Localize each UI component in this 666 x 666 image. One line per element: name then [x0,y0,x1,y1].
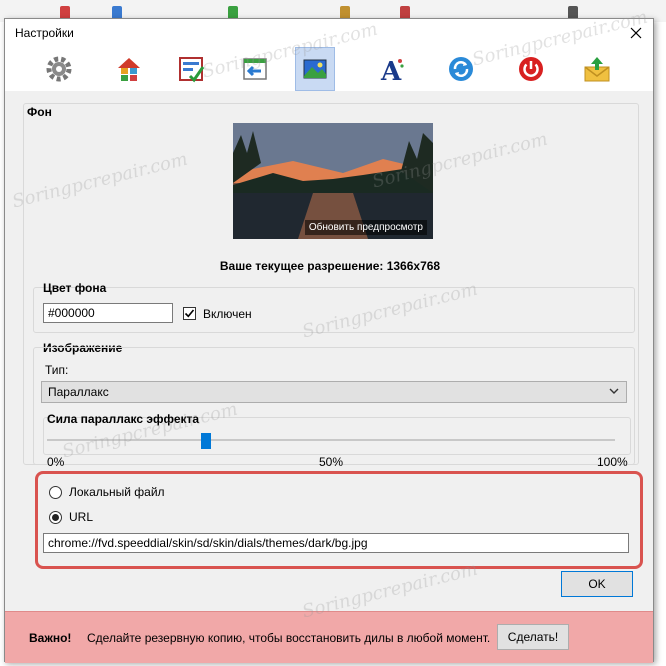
local-file-radio[interactable] [49,486,62,499]
backup-now-button[interactable]: Сделать! [497,624,569,650]
gear-icon [46,56,72,82]
warning-label: Важно! [29,631,72,645]
settings-toolbar: A [5,47,653,91]
section-title-background: Фон [27,105,52,119]
section-title-bgcolor: Цвет фона [43,281,107,295]
home-icon [118,58,140,81]
parallax-title: Сила параллакс эффекта [47,412,200,426]
chevron-down-icon [608,385,620,400]
type-select-value: Параллакс [48,385,109,399]
url-radio[interactable] [49,511,62,524]
radio-selected-dot [52,514,59,521]
url-input[interactable]: chrome://fvd.speeddial/skin/sd/skin/dial… [43,533,629,553]
tab-power[interactable] [511,47,551,91]
parallax-slider-thumb[interactable] [201,433,212,449]
font-icon: A [380,57,404,84]
sync-icon [449,57,473,81]
power-icon [519,57,543,81]
tab-import[interactable] [235,47,275,91]
window-title: Настройки [15,26,74,40]
type-label: Тип: [45,363,69,377]
slider-mid-label: 50% [319,455,344,469]
close-icon [630,27,642,39]
url-label: URL [69,510,94,524]
mail-icon [584,57,610,82]
tab-display[interactable] [171,47,211,91]
tab-dials[interactable] [109,47,149,91]
slider-max-label: 100% [597,455,628,469]
refresh-preview-button[interactable]: Обновить предпросмотр [304,220,427,235]
tab-fonts[interactable]: A [371,47,411,91]
settings-content: Фон Обновить предпросмотр Ваше текущее р… [17,91,643,571]
resolution-text: Ваше текущее разрешение: 1366x768 [219,259,441,273]
settings-dialog: Настройки A Фон Обновить предпросмотр Ва… [4,18,654,663]
image-background-icon [303,59,327,79]
checklist-icon [179,57,205,83]
tab-background[interactable] [295,47,335,91]
bgcolor-input[interactable]: #000000 [43,303,173,323]
checkmark-icon [184,309,195,318]
import-icon [243,58,267,80]
parallax-slider-track[interactable] [47,439,615,441]
close-button[interactable] [625,22,647,44]
backup-warning-bar: Важно! Сделайте резервную копию, чтобы в… [5,611,653,663]
tab-sync[interactable] [441,47,481,91]
tab-backup[interactable] [577,47,617,91]
local-file-label: Локальный файл [69,485,165,499]
title-bar: Настройки [5,19,653,47]
bgcolor-enabled-label: Включен [203,307,252,321]
slider-min-label: 0% [47,455,65,469]
warning-message: Сделайте резервную копию, чтобы восстано… [87,631,491,645]
background-preview: Обновить предпросмотр [233,123,433,239]
type-select[interactable]: Параллакс [41,381,627,403]
ok-button[interactable]: OK [561,571,633,597]
bgcolor-enabled-checkbox[interactable] [183,307,196,320]
tab-general[interactable] [39,47,79,91]
